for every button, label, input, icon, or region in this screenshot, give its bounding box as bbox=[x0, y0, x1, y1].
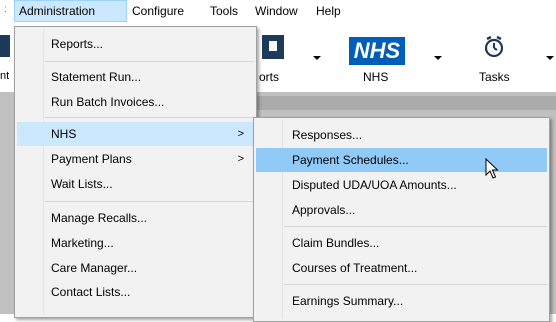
tasks-toolbar-label[interactable]: Tasks bbox=[479, 70, 510, 84]
menu-item-label: Reports... bbox=[51, 37, 104, 51]
workspace-strip bbox=[251, 96, 556, 110]
toolbar-partial-label: nt bbox=[0, 70, 10, 82]
menu-item-label: Marketing... bbox=[51, 236, 114, 250]
menu-item-label: Disputed UDA/UOA Amounts... bbox=[292, 178, 457, 192]
menu-item-label: NHS bbox=[51, 127, 77, 141]
menu-item-disputed-amounts[interactable]: Disputed UDA/UOA Amounts... bbox=[256, 173, 547, 197]
nhs-dropdown-caret-icon[interactable] bbox=[434, 56, 442, 60]
menu-item-label: Payment Schedules... bbox=[292, 153, 409, 167]
menu-configure[interactable]: Configure bbox=[128, 0, 188, 22]
menu-item-reports[interactable]: Reports... bbox=[17, 32, 254, 56]
menu-administration[interactable]: Administration bbox=[14, 0, 127, 22]
menu-item-label: Claim Bundles... bbox=[292, 236, 380, 250]
menu-item-label: Care Manager... bbox=[51, 261, 138, 275]
menu-separator bbox=[284, 226, 547, 227]
nhs-logo-icon[interactable]: NHS bbox=[349, 37, 405, 65]
menu-item-statement-run[interactable]: Statement Run... bbox=[17, 65, 254, 89]
nhs-submenu: Responses... Payment Schedules... Disput… bbox=[253, 117, 550, 322]
menu-item-label: Statement Run... bbox=[51, 70, 142, 84]
reports-dropdown-caret-icon[interactable] bbox=[313, 56, 321, 60]
menu-item-label: Responses... bbox=[292, 128, 363, 142]
menubar-separator-icon: : bbox=[4, 4, 7, 15]
menu-item-care-manager[interactable]: Care Manager... bbox=[17, 256, 254, 280]
menu-item-contact-lists[interactable]: Contact Lists... bbox=[17, 280, 254, 304]
menu-item-label: Approvals... bbox=[292, 203, 356, 217]
menu-item-courses-of-treatment[interactable]: Courses of Treatment... bbox=[256, 256, 547, 280]
reports-toolbar-label: orts bbox=[259, 70, 280, 84]
menu-item-label: Contact Lists... bbox=[51, 285, 131, 299]
administration-menu: Reports... Statement Run... Run Batch In… bbox=[14, 26, 257, 318]
menu-item-label: Wait Lists... bbox=[51, 177, 113, 191]
menu-item-payment-plans[interactable]: Payment Plans > bbox=[17, 147, 254, 171]
menu-bar: : Administration Configure Tools Window … bbox=[0, 0, 556, 22]
submenu-arrow-icon: > bbox=[237, 128, 244, 140]
menu-item-payment-schedules[interactable]: Payment Schedules... bbox=[256, 148, 547, 172]
menu-item-claim-bundles[interactable]: Claim Bundles... bbox=[256, 231, 547, 255]
menu-item-manage-recalls[interactable]: Manage Recalls... bbox=[17, 206, 254, 230]
menu-item-wait-lists[interactable]: Wait Lists... bbox=[17, 172, 254, 196]
menu-separator bbox=[45, 117, 254, 118]
menu-tools[interactable]: Tools bbox=[206, 0, 242, 22]
menu-item-label: Manage Recalls... bbox=[51, 211, 148, 225]
menu-item-run-batch-invoices[interactable]: Run Batch Invoices... bbox=[17, 90, 254, 114]
menu-item-approvals[interactable]: Approvals... bbox=[256, 198, 547, 222]
alarm-clock-icon[interactable] bbox=[484, 34, 504, 62]
nhs-toolbar-label[interactable]: NHS bbox=[363, 70, 388, 84]
menu-item-marketing[interactable]: Marketing... bbox=[17, 231, 254, 255]
menu-separator bbox=[45, 201, 254, 202]
submenu-arrow-icon: > bbox=[237, 153, 244, 165]
mouse-pointer-icon bbox=[485, 158, 499, 179]
menu-item-label: Courses of Treatment... bbox=[292, 261, 418, 275]
menu-item-label: Payment Plans bbox=[51, 152, 132, 166]
toolbar-partial-icon[interactable] bbox=[0, 35, 10, 57]
menu-item-nhs[interactable]: NHS > bbox=[17, 122, 254, 146]
menu-separator bbox=[45, 61, 254, 62]
reports-icon[interactable] bbox=[262, 35, 284, 59]
menu-window[interactable]: Window bbox=[251, 0, 302, 22]
menu-item-label: Earnings Summary... bbox=[292, 294, 404, 308]
menu-item-earnings-summary[interactable]: Earnings Summary... bbox=[256, 289, 547, 313]
menu-separator bbox=[284, 284, 547, 285]
menu-item-responses[interactable]: Responses... bbox=[256, 123, 547, 147]
menu-item-label: Run Batch Invoices... bbox=[51, 95, 165, 109]
menu-help[interactable]: Help bbox=[312, 0, 345, 22]
tasks-dropdown-caret-icon[interactable] bbox=[546, 56, 554, 60]
